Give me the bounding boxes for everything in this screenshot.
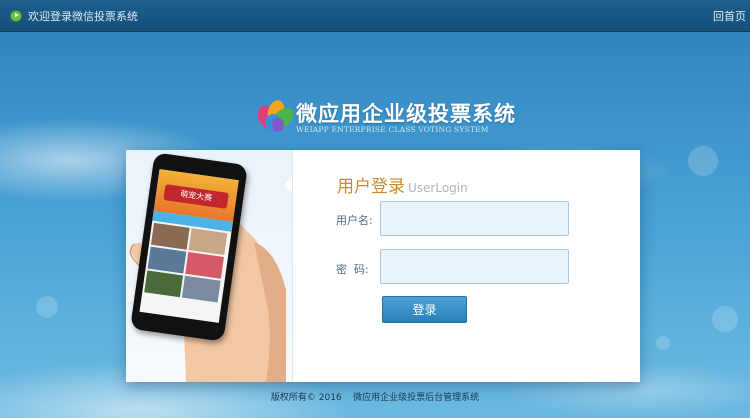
phone-photo — [181, 275, 221, 303]
background-bokeh — [712, 306, 738, 332]
top-bar: 欢迎登录微信投票系统 回首页 — [0, 0, 750, 32]
footer-system-name: 微应用企业级投票后台管理系统 — [353, 393, 480, 403]
password-input[interactable] — [380, 249, 569, 284]
logo-title: 微应用企业级投票系统 — [296, 102, 516, 126]
phone-photo — [150, 222, 190, 250]
footer: 版权所有© 2016 微应用企业级投票后台管理系统 — [0, 390, 750, 408]
login-title: 用户登录 UserLogin — [337, 172, 468, 197]
login-title-cn: 用户登录 — [337, 177, 405, 197]
phone-photo — [185, 251, 224, 279]
phone-screen: 萌宠大赛 — [139, 169, 239, 323]
phone-photo — [188, 228, 228, 255]
footer-copyright: 版权所有© 2016 — [270, 393, 342, 403]
logo: 微应用企业级投票系统 WEIAPP ENTERPRISE CLASS VOTIN… — [256, 96, 526, 140]
play-icon — [10, 9, 22, 22]
panel-divider — [292, 150, 293, 382]
username-label: 用户名: — [336, 214, 373, 227]
phone-illustration: 萌宠大赛 — [126, 150, 292, 382]
login-panel: 萌宠大赛 用户登录 UserLogin 用户名: 密 码: 登录 — [126, 150, 640, 382]
username-input[interactable] — [380, 201, 569, 236]
home-link[interactable]: 回首页 — [713, 8, 746, 24]
phone-banner-text: 萌宠大赛 — [163, 184, 229, 209]
welcome-text: 欢迎登录微信投票系统 — [28, 9, 138, 23]
panel-notch — [284, 176, 292, 194]
logo-subtitle: WEIAPP ENTERPRISE CLASS VOTING SYSTEM — [296, 125, 489, 134]
colorful-petal-logo-icon — [257, 100, 294, 132]
phone-photo — [144, 270, 183, 298]
phone-photo — [147, 246, 187, 274]
login-button[interactable]: 登录 — [382, 296, 467, 323]
background-bokeh — [36, 296, 58, 318]
background-bokeh — [688, 146, 718, 176]
login-title-en: UserLogin — [408, 181, 468, 195]
phone-photo-grid — [142, 221, 232, 305]
password-label: 密 码: — [336, 263, 369, 276]
background-bokeh — [656, 336, 670, 350]
